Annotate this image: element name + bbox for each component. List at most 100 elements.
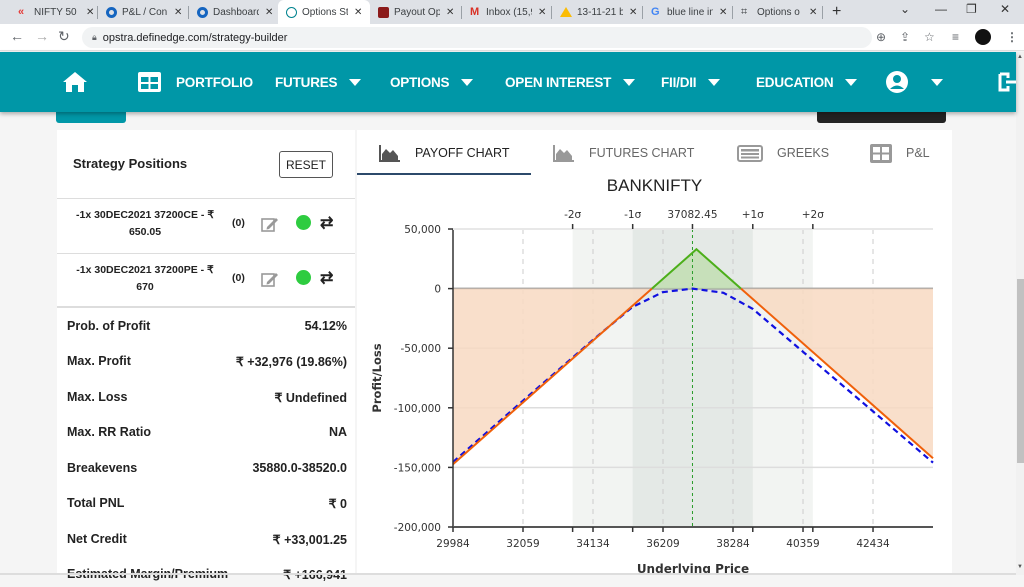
restore-button[interactable]: ❐ [966,2,977,16]
payoff-chart: 50,000 0 -50,000 -100,000 -150,000 -200,000 29… [370,209,934,575]
profile-avatar[interactable] [975,29,991,45]
opstra-logo-icon [286,6,297,18]
strategy-positions-panel: Strategy Positions RESET -1x 30DEC2021 3… [57,130,355,582]
strategy-positions-title: Strategy Positions [73,156,188,171]
page-scrollbar[interactable]: ▲ ▼ [1016,52,1024,575]
google-icon: G [651,5,660,18]
reset-button[interactable]: RESET [279,151,333,178]
close-tab-icon[interactable]: ✕ [265,7,273,18]
grid-icon [138,72,161,92]
position-row: -1x 30DEC2021 37200PE - ₹ 670 (0) ⇄ [57,254,355,308]
share-icon[interactable]: ⇪ [900,30,910,44]
close-tab-icon[interactable]: ✕ [86,7,94,18]
close-tab-icon[interactable]: ✕ [354,7,362,18]
x-tick-label: 38284 [716,538,750,550]
sigma-label: -2σ [564,209,581,221]
caret-down-icon [461,78,474,86]
browser-tab[interactable]: Dashboard ✕ [189,0,279,24]
position-price: 650.05 [128,226,162,238]
scroll-down-arrow[interactable]: ▼ [1016,564,1024,570]
minimize-button[interactable]: — [935,2,947,16]
x-tick-label: 32059 [506,538,539,550]
sigma-label: +1σ [742,209,764,221]
edit-icon[interactable] [261,270,279,288]
y-tick-label: 50,000 [404,224,441,236]
position-qty: (0) [232,272,245,284]
y-axis-title: Profit/Loss [370,343,384,412]
y-tick-label: -200,000 [394,522,441,534]
caret-down-icon [349,78,362,86]
stat-max-loss: Max. Loss ₹ Undefined [67,390,347,405]
nav-portfolio[interactable]: PORTFOLIO [138,52,253,112]
close-tab-icon[interactable]: ✕ [174,7,182,18]
close-window-button[interactable]: ✕ [1000,2,1010,16]
position-status-dot[interactable] [296,215,311,230]
browser-tab-active[interactable]: Options St ✕ [278,0,370,24]
bookmark-star-icon[interactable]: ☆ [924,30,935,44]
position-qty: (0) [232,217,245,229]
logout-icon [998,72,1016,92]
sigma-label: -1σ [624,209,641,221]
dark-action-button[interactable] [817,112,946,123]
close-tab-icon[interactable]: ✕ [719,7,727,18]
scrollbar-thumb[interactable] [1017,279,1024,463]
logout-link[interactable] [998,52,1016,112]
caret-down-icon [931,78,943,86]
nav-open-interest[interactable]: OPEN INTEREST [505,52,636,112]
caret-down-icon [623,78,636,86]
close-tab-icon[interactable]: ✕ [809,7,817,18]
new-tab-button[interactable]: + [832,3,841,21]
stat-estimated-margin: Estimated Margin/Premium₹ +166,941 [67,567,347,582]
browser-tab[interactable]: « NIFTY 50 ( ✕ [10,0,98,24]
forward-button[interactable]: → [35,28,49,44]
nav-options[interactable]: OPTIONS [390,52,474,112]
divider [57,306,355,308]
x-tick-label: 29984 [436,538,470,550]
scroll-up-arrow[interactable]: ▲ [1016,54,1024,60]
browser-tab[interactable]: P&L / Con ✕ [98,0,188,24]
reading-list-icon[interactable]: ≡ [952,30,959,44]
x-tick-label: 36209 [646,538,679,550]
position-row: -1x 30DEC2021 37200CE - ₹ 650.05 (0) ⇄ [57,199,355,253]
browser-tab[interactable]: ⌗ Options o ✕ [733,0,825,24]
user-menu[interactable] [885,52,943,112]
swap-icon[interactable]: ⇄ [320,268,333,288]
nav-education[interactable]: EDUCATION [756,52,858,112]
close-tab-icon[interactable]: ✕ [629,7,637,18]
stat-net-credit: Net Credit ₹ +33,001.25 [67,532,347,547]
chart-panel: PAYOFF CHART FUTURES CHART GREEKS P&L BA… [357,130,952,575]
close-tab-icon[interactable]: ✕ [538,7,546,18]
menu-kebab-icon[interactable]: ⋮ [1006,30,1018,44]
browser-tab[interactable]: M Inbox (15,9 ✕ [462,0,552,24]
y-tick-label: -50,000 [400,343,441,355]
reload-button[interactable]: ↻ [58,28,70,45]
zoom-icon[interactable]: ⊕ [876,30,886,44]
x-tick-label: 34134 [576,538,610,550]
circle-logo-icon [197,6,208,18]
stat-prob-of-profit: Prob. of Profit 54.12% [67,319,347,333]
position-description: -1x 30DEC2021 37200PE - ₹ [76,264,214,276]
position-status-dot[interactable] [296,270,311,285]
y-tick-label: 0 [434,284,441,296]
teal-action-button[interactable] [56,112,126,123]
back-button[interactable]: ← [10,28,24,44]
tab-search-icon[interactable]: ⌄ [900,2,910,16]
nav-futures[interactable]: FUTURES [275,52,362,112]
stat-total-pnl: Total PNL ₹ 0 [67,496,347,511]
user-account-icon [886,71,908,93]
close-tab-icon[interactable]: ✕ [446,7,454,18]
stat-max-profit: Max. Profit ₹ +32,976 (19.86%) [67,354,347,369]
caret-down-icon [708,78,721,86]
y-tick-label: -150,000 [394,462,441,474]
browser-tab[interactable]: G blue line in ✕ [643,0,733,24]
gmail-icon: M [470,5,480,18]
red-chevron-icon: « [18,5,25,18]
browser-tab[interactable]: 13-11-21 b ✕ [552,0,642,24]
edit-icon[interactable] [261,215,279,233]
nav-fii-dii[interactable]: FII/DII [661,52,721,112]
swap-icon[interactable]: ⇄ [320,213,333,233]
drive-icon [560,7,572,17]
url-input[interactable]: 🔒︎ opstra.definedge.com/strategy-builder [82,27,872,48]
browser-tab[interactable]: Payout Op ✕ [370,0,460,24]
home-link[interactable] [62,52,88,112]
